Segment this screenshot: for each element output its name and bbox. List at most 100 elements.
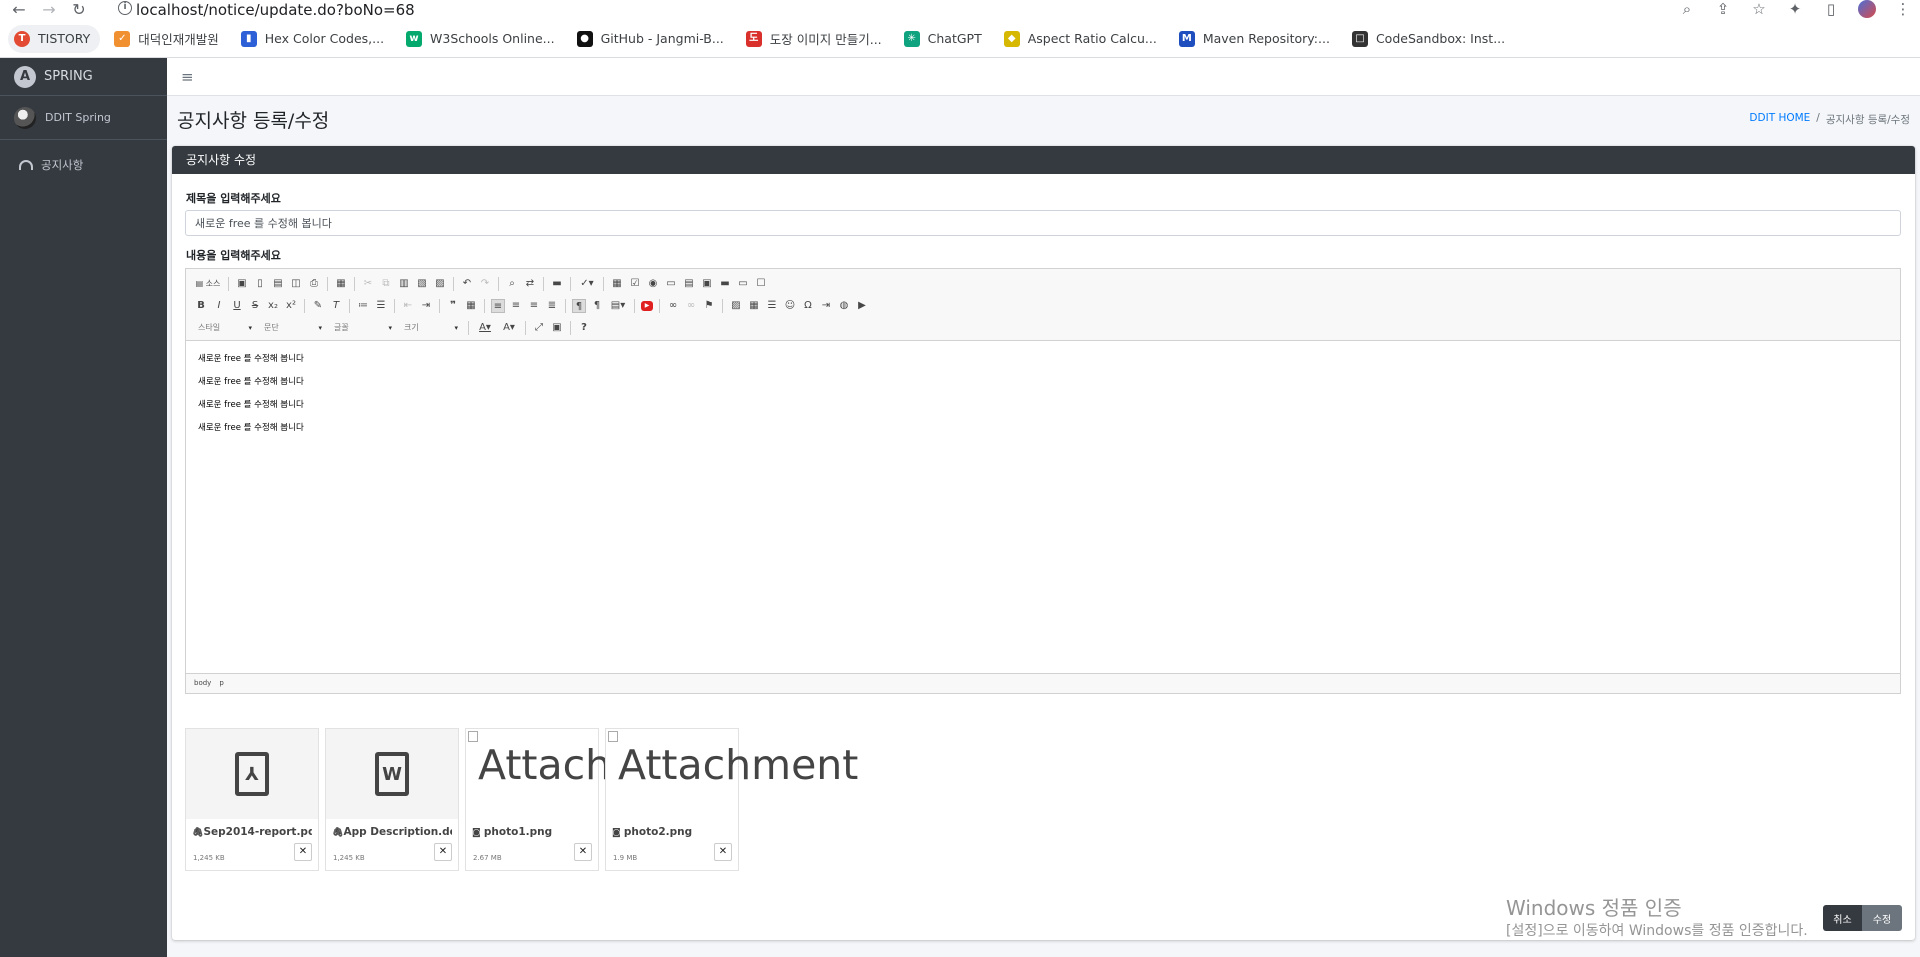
size-combo[interactable]: 크기 ▾	[398, 320, 458, 336]
site-info-icon[interactable]: i	[118, 1, 132, 15]
hidden-field-icon[interactable]: ☐	[754, 277, 768, 291]
paste-word-icon[interactable]: ▨	[433, 277, 447, 291]
video-icon[interactable]: ▶	[855, 299, 869, 313]
extensions-icon[interactable]: ✦	[1786, 0, 1804, 18]
cancel-button[interactable]: 취소	[1823, 905, 1862, 931]
style-combo[interactable]: 스타일 ▾	[192, 320, 252, 336]
attachment-name-link[interactable]: ◙ photo1.png	[472, 826, 592, 838]
save-icon[interactable]: ▣	[235, 277, 249, 291]
back-arrow-icon[interactable]: ←	[8, 1, 30, 19]
text-color-icon[interactable]: A▾	[475, 321, 495, 335]
bookmark-item[interactable]: ◆ Aspect Ratio Calcu...	[996, 25, 1165, 53]
print-icon[interactable]: ⎙	[307, 277, 321, 291]
menu-dots-icon[interactable]: ⋮	[1894, 0, 1912, 18]
attachment-name-link[interactable]: 🖇App Description.docx	[332, 826, 452, 838]
sidebar-item-notice[interactable]: 공지사항	[8, 148, 159, 182]
redo-icon[interactable]: ↷	[478, 277, 492, 291]
strikethrough-icon[interactable]: S	[248, 299, 262, 313]
format-combo[interactable]: 문단 ▾	[258, 320, 322, 336]
horizontal-line-icon[interactable]: ☰	[765, 299, 779, 313]
rtl-icon[interactable]: ¶	[590, 299, 604, 313]
numbered-list-icon[interactable]: ≔	[356, 299, 370, 313]
remove-attachment-close-icon[interactable]: ✕	[434, 843, 452, 861]
bookmark-item[interactable]: T TISTORY	[8, 24, 101, 53]
maximize-icon[interactable]: ⤢	[532, 321, 546, 335]
image-button-icon[interactable]: ▭	[736, 277, 750, 291]
path-p[interactable]: p	[219, 674, 223, 693]
iframe-icon[interactable]: ◍	[837, 299, 851, 313]
show-blocks-icon[interactable]: ▣	[550, 321, 564, 335]
blockquote-icon[interactable]: ❞	[446, 299, 460, 313]
remove-attachment-close-icon[interactable]: ✕	[574, 843, 592, 861]
textarea-icon[interactable]: ▤	[682, 277, 696, 291]
copy-icon[interactable]: ⧉	[379, 277, 393, 291]
path-body[interactable]: body	[194, 674, 211, 693]
help-icon[interactable]: ?	[577, 321, 591, 335]
share-icon[interactable]: ⇪	[1714, 0, 1732, 18]
align-center-icon[interactable]: ≡	[509, 299, 523, 313]
link-icon[interactable]: ∞	[666, 299, 680, 313]
spellcheck-icon[interactable]: ✓▾	[577, 277, 597, 291]
select-all-icon[interactable]: ▬	[550, 277, 564, 291]
attachment-name-link[interactable]: 🖇Sep2014-report.pdf	[192, 826, 312, 838]
page-break-icon[interactable]: ⇥	[819, 299, 833, 313]
new-page-icon[interactable]: ▯	[253, 277, 267, 291]
cut-icon[interactable]: ✂	[361, 277, 375, 291]
bookmark-item[interactable]: ✓ 대덕인재개발원	[106, 25, 227, 53]
font-combo[interactable]: 글꼴 ▾	[328, 320, 392, 336]
underline-icon[interactable]: U	[230, 299, 244, 313]
editor-paragraph[interactable]: 새로운 free 를 수정해 봅니다	[198, 378, 1888, 387]
indent-icon[interactable]: ⇥	[419, 299, 433, 313]
ltr-icon[interactable]: ¶	[572, 299, 586, 313]
replace-icon[interactable]: ⇄	[523, 277, 537, 291]
title-input[interactable]	[185, 210, 1901, 236]
bookmark-item[interactable]: ✳ ChatGPT	[896, 25, 990, 53]
youtube-icon[interactable]: ▶	[641, 301, 653, 311]
template-icon[interactable]: ▤	[271, 277, 285, 291]
templates-icon[interactable]: ▦	[334, 277, 348, 291]
align-left-icon[interactable]: ≡	[491, 299, 505, 313]
outdent-icon[interactable]: ⇤	[401, 299, 415, 313]
bulleted-list-icon[interactable]: ☰	[374, 299, 388, 313]
copy-format-icon[interactable]: ✎	[311, 299, 325, 313]
preview-icon[interactable]: ◫	[289, 277, 303, 291]
image-icon[interactable]: ▨	[729, 299, 743, 313]
bookmark-item[interactable]: 도 도장 이미지 만들기...	[738, 25, 890, 53]
select-field-icon[interactable]: ▣	[700, 277, 714, 291]
div-container-icon[interactable]: ▦	[464, 299, 478, 313]
star-icon[interactable]: ☆	[1750, 0, 1768, 18]
editor-paragraph[interactable]: 새로운 free 를 수정해 봅니다	[198, 355, 1888, 364]
brand[interactable]: A SPRING	[0, 58, 167, 96]
remove-attachment-close-icon[interactable]: ✕	[714, 843, 732, 861]
language-icon[interactable]: ▤▾	[608, 299, 628, 313]
textfield-icon[interactable]: ▭	[664, 277, 678, 291]
editor-content[interactable]: 새로운 free 를 수정해 봅니다 새로운 free 를 수정해 봅니다 새로운 …	[186, 341, 1900, 673]
profile-avatar-icon[interactable]	[1858, 0, 1876, 18]
button-field-icon[interactable]: ▬	[718, 277, 732, 291]
hamburger-menu-icon[interactable]: ≡	[181, 68, 194, 86]
remove-attachment-close-icon[interactable]: ✕	[294, 843, 312, 861]
anchor-flag-icon[interactable]: ⚑	[702, 299, 716, 313]
paste-icon[interactable]: ▥	[397, 277, 411, 291]
attachment-name-link[interactable]: ◙ photo2.png	[612, 826, 732, 838]
url-text[interactable]: localhost/notice/update.do?boNo=68	[136, 1, 415, 19]
remove-format-icon[interactable]: T	[329, 299, 343, 313]
bookmark-item[interactable]: M Maven Repository:...	[1171, 25, 1338, 53]
radio-icon[interactable]: ◉	[646, 277, 660, 291]
sidepanel-icon[interactable]: ▯	[1822, 0, 1840, 18]
forward-arrow-icon[interactable]: →	[38, 1, 60, 19]
special-char-icon[interactable]: Ω	[801, 299, 815, 313]
bold-icon[interactable]: B	[194, 299, 208, 313]
bg-color-icon[interactable]: A▾	[499, 321, 519, 335]
zoom-icon[interactable]: ⌕	[1678, 0, 1696, 18]
align-right-icon[interactable]: ≡	[527, 299, 541, 313]
align-justify-icon[interactable]: ≣	[545, 299, 559, 313]
table-icon[interactable]: ▦	[747, 299, 761, 313]
checkbox-icon[interactable]: ☑	[628, 277, 642, 291]
bookmark-item[interactable]: w W3Schools Online...	[398, 25, 563, 53]
italic-icon[interactable]: I	[212, 299, 226, 313]
bookmark-item[interactable]: ▮ Hex Color Codes,...	[233, 25, 392, 53]
unlink-icon[interactable]: ∞	[684, 299, 698, 313]
bookmark-item[interactable]: ● GitHub - Jangmi-B...	[569, 25, 732, 53]
form-icon[interactable]: ▦	[610, 277, 624, 291]
